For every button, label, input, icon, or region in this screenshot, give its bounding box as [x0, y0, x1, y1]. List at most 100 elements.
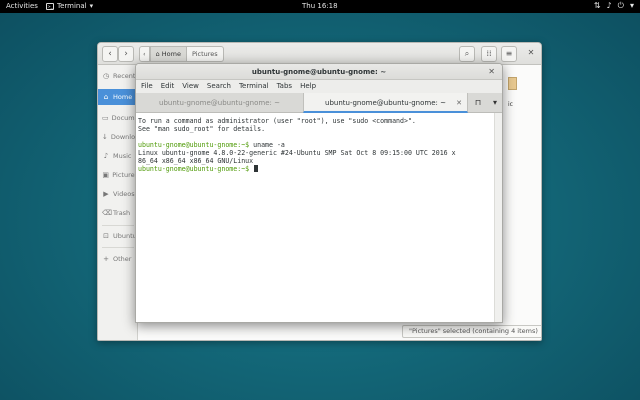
home-icon: ⌂ [155, 50, 160, 58]
terminal-tab-1[interactable]: ubuntu-gnome@ubuntu-gnome: ~ [136, 93, 303, 113]
new-tab-icon: ⊓ [474, 98, 482, 107]
command-text: uname -a [249, 141, 285, 149]
folder-icon[interactable] [508, 77, 517, 90]
terminal-output[interactable]: To run a command as administrator (user … [136, 113, 494, 322]
music-icon: ♪ [103, 152, 109, 160]
terminal-title: ubuntu-gnome@ubuntu-gnome: ~ [251, 68, 387, 76]
terminal-tab-bar: ubuntu-gnome@ubuntu-gnome: ~ ubuntu-gnom… [136, 93, 502, 113]
sidebar-item-documents[interactable]: ▭ Documents [98, 110, 138, 126]
volume-icon: ♪ [606, 1, 612, 10]
network-icon: ⇅ [593, 1, 601, 10]
tab-close-button[interactable]: ✕ [456, 93, 462, 111]
tab-label: ubuntu-gnome@ubuntu-gnome: ~ [325, 99, 446, 107]
shell-prompt: ubuntu-gnome@ubuntu-gnome:~$ [138, 165, 250, 173]
output-line: To run a command as administrator (user … [138, 117, 416, 125]
files-close-button[interactable]: ✕ [523, 46, 539, 62]
back-button[interactable]: ‹ [102, 46, 118, 62]
sidebar-item-label: Videos [113, 190, 135, 198]
recent-icon: ◷ [102, 72, 110, 80]
terminal-scrollbar[interactable] [494, 113, 502, 322]
search-icon: ⌕ [464, 49, 470, 58]
command-text [249, 165, 253, 173]
chevron-down-icon: ▾ [492, 98, 497, 107]
downloads-icon: ↓ [102, 133, 108, 141]
search-button[interactable]: ⌕ [459, 46, 475, 62]
close-icon: ✕ [527, 48, 535, 57]
documents-icon: ▭ [102, 114, 109, 122]
menu-view[interactable]: View [182, 80, 199, 93]
path-home-label: Home [161, 50, 181, 58]
sidebar-item-other-locations[interactable]: + Other [98, 251, 138, 267]
app-menu[interactable]: >_ Terminal ▾ [46, 2, 93, 10]
new-tab-button[interactable]: ⊓ [469, 93, 487, 113]
terminal-tab-2[interactable]: ubuntu-gnome@ubuntu-gnome: ~ ✕ [303, 93, 468, 113]
command-line: ubuntu-gnome@ubuntu-gnome:~$ [138, 165, 492, 173]
menu-search[interactable]: Search [207, 80, 231, 93]
home-icon: ⌂ [103, 93, 109, 101]
sidebar-item-label: Ubuntu [113, 232, 137, 240]
sidebar-item-label: Downloads [110, 133, 138, 141]
path-pictures-label: Pictures [191, 50, 218, 58]
sidebar-item-label: Other [113, 255, 132, 263]
caret-down-icon: ▾ [89, 2, 94, 10]
path-left-arrow[interactable]: ‹ [139, 46, 150, 62]
tab-list-button[interactable]: ▾ [486, 93, 502, 113]
path-pictures-button[interactable]: Pictures [186, 46, 224, 62]
selection-status: "Pictures" selected (containing 4 items) [402, 325, 541, 338]
output-line: 86_64 x86_64 x86_64 GNU/Linux [138, 157, 254, 165]
drive-icon: ⊡ [103, 232, 109, 240]
sidebar-item-label: Trash [113, 209, 131, 217]
command-line: ubuntu-gnome@ubuntu-gnome:~$ uname -a [138, 141, 492, 149]
folder-label[interactable]: ic [508, 101, 513, 108]
sidebar-item-label: Music [113, 152, 132, 160]
files-header-bar: ‹ › ‹ ⌂ Home Pictures ⌕ ⁞⁞ ≡ ✕ [98, 43, 541, 65]
terminal-title-bar[interactable]: ubuntu-gnome@ubuntu-gnome: ~ ✕ [136, 64, 502, 80]
output-line: See "man sudo_root" for details. [138, 125, 266, 133]
top-bar: Activities >_ Terminal ▾ Thu 16:18 ⇅ ♪ ⏻… [0, 0, 640, 13]
terminal-window: ubuntu-gnome@ubuntu-gnome: ~ ✕ File Edit… [135, 63, 503, 323]
sidebar-item-music[interactable]: ♪ Music [98, 148, 138, 164]
sidebar-item-trash[interactable]: ⌫ Trash [98, 205, 138, 221]
forward-button[interactable]: › [118, 46, 134, 62]
sidebar-item-videos[interactable]: ▶ Videos [98, 186, 138, 202]
close-icon: ✕ [488, 67, 495, 76]
menu-help[interactable]: Help [300, 80, 316, 93]
trash-icon: ⌫ [102, 209, 112, 217]
power-icon: ⏻ [617, 1, 624, 10]
sidebar-item-ubuntu-drive[interactable]: ⊡ Ubuntu [98, 228, 138, 244]
menu-terminal[interactable]: Terminal [239, 80, 269, 93]
pictures-icon: ▣ [102, 171, 109, 179]
chevron-down-icon: ▾ [629, 1, 634, 10]
videos-icon: ▶ [103, 190, 109, 198]
menu-tabs[interactable]: Tabs [277, 80, 293, 93]
path-home-button[interactable]: ⌂ Home [149, 46, 187, 62]
app-menu-label: Terminal [57, 2, 87, 10]
terminal-app-icon: >_ [46, 2, 54, 10]
view-grid-button[interactable]: ⁞⁞ [481, 46, 497, 62]
terminal-close-button[interactable]: ✕ [488, 64, 495, 80]
tab-label: ubuntu-gnome@ubuntu-gnome: ~ [159, 99, 280, 107]
sidebar-divider [102, 247, 134, 248]
menu-edit[interactable]: Edit [161, 80, 175, 93]
menu-button[interactable]: ≡ [501, 46, 517, 62]
grid-icon: ⁞⁞ [486, 49, 492, 58]
sidebar-item-home[interactable]: ⌂ Home [98, 89, 138, 105]
close-icon: ✕ [456, 99, 462, 107]
files-sidebar: ◷ Recent ⌂ Home ▭ Documents ↓ Downloads … [98, 65, 138, 340]
clock[interactable]: Thu 16:18 [302, 2, 338, 10]
menu-file[interactable]: File [141, 80, 153, 93]
hamburger-icon: ≡ [505, 49, 513, 58]
system-tray[interactable]: ⇅ ♪ ⏻ ▾ [594, 1, 634, 11]
output-line: Linux ubuntu-gnome 4.8.0-22-generic #24-… [138, 149, 456, 157]
sidebar-item-label: Recent [113, 72, 136, 80]
terminal-menu-bar: File Edit View Search Terminal Tabs Help [136, 80, 502, 93]
sidebar-item-pictures[interactable]: ▣ Pictures [98, 167, 138, 183]
sidebar-item-downloads[interactable]: ↓ Downloads [98, 129, 138, 145]
sidebar-item-label: Home [113, 93, 133, 101]
activities-button[interactable]: Activities [6, 2, 38, 10]
plus-icon: + [103, 255, 109, 263]
sidebar-item-recent[interactable]: ◷ Recent [98, 68, 138, 84]
path-bar: ‹ ⌂ Home Pictures [139, 46, 224, 62]
shell-prompt: ubuntu-gnome@ubuntu-gnome:~$ [138, 141, 250, 149]
